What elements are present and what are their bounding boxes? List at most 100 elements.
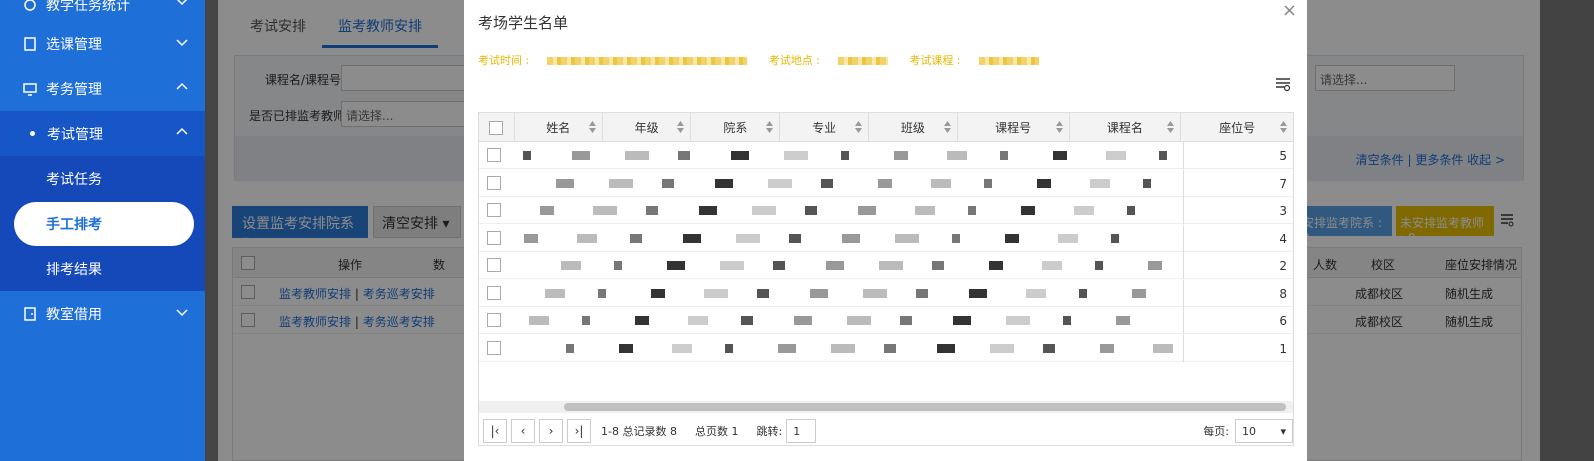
redacted-cell	[1127, 206, 1135, 215]
sidebar-item-label: 排考结果	[46, 261, 102, 278]
document-icon	[22, 36, 38, 52]
redacted-cell	[841, 151, 849, 160]
redacted-cell	[715, 178, 729, 188]
total-pages: 总页数 1	[694, 425, 739, 438]
redacted-cell	[741, 316, 749, 325]
redacted-place	[837, 57, 888, 65]
sort-icon[interactable]	[943, 120, 951, 134]
redacted-cell	[731, 151, 745, 160]
row-checkbox[interactable]	[487, 148, 501, 162]
redacted-cell	[990, 343, 1010, 353]
redacted-cell	[884, 343, 892, 353]
sort-icon[interactable]	[1167, 120, 1175, 134]
col-major[interactable]: 专业	[780, 113, 870, 142]
sort-icon[interactable]	[855, 120, 863, 134]
grid-select-all-cell	[479, 113, 515, 142]
redacted-cell	[678, 151, 686, 160]
sidebar-item-exam-management[interactable]: 考试管理	[0, 111, 205, 156]
col-class[interactable]: 班级	[869, 113, 958, 142]
redacted-cell	[895, 233, 915, 243]
sort-icon[interactable]	[766, 120, 774, 134]
redacted-cell	[931, 178, 951, 188]
seat-number-cell: 3	[1183, 197, 1295, 224]
col-name-label: 姓名	[546, 121, 571, 135]
col-grade[interactable]: 年级	[603, 113, 692, 142]
row-checkbox[interactable]	[487, 175, 501, 190]
redacted-cell	[720, 261, 740, 270]
row-checkbox[interactable]	[487, 285, 501, 300]
redacted-cell	[989, 261, 1003, 270]
select-all-checkbox[interactable]	[489, 120, 504, 135]
sidebar-item-teaching-stats[interactable]: 教学任务统计	[0, 0, 205, 14]
exam-place-label: 考试地点 :	[768, 54, 820, 67]
redacted-cell	[523, 151, 531, 160]
sort-icon[interactable]	[588, 120, 596, 134]
redacted-cell	[984, 178, 992, 188]
first-page-button[interactable]: |‹	[483, 419, 507, 443]
col-department[interactable]: 院系	[691, 113, 781, 142]
sidebar-item-label: 考试管理	[47, 126, 103, 143]
prev-page-button[interactable]: ‹	[511, 419, 535, 443]
last-page-button[interactable]: ›|	[567, 419, 591, 443]
seat-number-cell: 2	[1183, 252, 1295, 279]
seat-number-cell: 1	[1183, 334, 1295, 362]
redacted-cell	[1148, 261, 1162, 270]
col-name[interactable]: 姓名	[515, 113, 603, 142]
col-seat-number[interactable]: 座位号	[1181, 113, 1293, 142]
redacted-cell	[968, 206, 976, 215]
col-course-code[interactable]: 课程号	[958, 113, 1070, 142]
per-page-select[interactable]: 10 ▾	[1235, 419, 1293, 443]
sidebar-item-schedule-results[interactable]: 排考结果	[0, 246, 205, 291]
redacted-cell	[614, 261, 622, 270]
row-checkbox[interactable]	[487, 258, 501, 272]
monitor-icon	[22, 81, 38, 97]
redacted-cell	[969, 288, 983, 298]
sidebar-item-exam-affairs[interactable]: 考务管理	[0, 66, 205, 111]
row-checkbox[interactable]	[487, 230, 501, 245]
row-checkbox[interactable]	[487, 313, 501, 327]
table-row: 3	[479, 197, 1293, 224]
col-course-code-label: 课程号	[995, 121, 1032, 135]
redacted-cell	[773, 261, 781, 270]
sidebar-item-exam-tasks[interactable]: 考试任务	[0, 156, 205, 201]
sort-icon[interactable]	[1279, 120, 1287, 134]
table-row: 8	[479, 279, 1293, 307]
row-checkbox[interactable]	[487, 203, 501, 217]
sort-icon[interactable]	[677, 120, 685, 134]
close-icon[interactable]: ×	[1282, 0, 1297, 21]
redacted-cell	[810, 288, 824, 298]
next-page-button[interactable]: ›	[539, 419, 563, 443]
redacted-cell	[879, 261, 899, 270]
record-summary: 1-8 总记录数 8	[601, 425, 677, 438]
sidebar-item-classroom-borrow[interactable]: 教室借用	[0, 291, 205, 336]
redacted-cell	[947, 151, 967, 160]
redacted-cell	[619, 343, 633, 353]
student-grid: 姓名 年级 院系 专业 班级 课程号 课程名 座位号 57342861 |‹ ‹…	[478, 112, 1294, 446]
scrollbar-thumb[interactable]	[564, 403, 1286, 411]
bullet-icon	[30, 131, 35, 136]
row-checkbox[interactable]	[487, 340, 501, 355]
redacted-cell	[1058, 233, 1078, 243]
sort-icon[interactable]	[1055, 120, 1063, 134]
redacted-cell	[768, 178, 788, 188]
sidebar-item-course-select[interactable]: 选课管理	[0, 21, 205, 66]
table-row: 4	[479, 224, 1293, 252]
col-course-name[interactable]: 课程名	[1070, 113, 1182, 142]
jump-input[interactable]: 1	[786, 419, 817, 443]
redacted-cell	[630, 233, 638, 243]
sidebar-item-manual-scheduling[interactable]: 手工排考	[0, 201, 205, 246]
col-class-label: 班级	[900, 121, 925, 135]
shield-icon	[22, 0, 38, 13]
redacted-cell	[699, 206, 713, 215]
redacted-cell	[1021, 206, 1035, 215]
table-row: 1	[479, 334, 1295, 362]
redacted-cell	[625, 151, 645, 160]
redacted-cell	[598, 288, 606, 298]
horizontal-scrollbar[interactable]	[479, 401, 1293, 413]
redacted-cell	[752, 206, 772, 215]
redacted-cell	[529, 316, 549, 325]
sidebar-item-label: 教室借用	[46, 306, 102, 323]
redacted-cell	[635, 316, 649, 325]
column-settings-icon[interactable]	[1275, 76, 1291, 92]
redacted-cell	[1100, 343, 1114, 353]
